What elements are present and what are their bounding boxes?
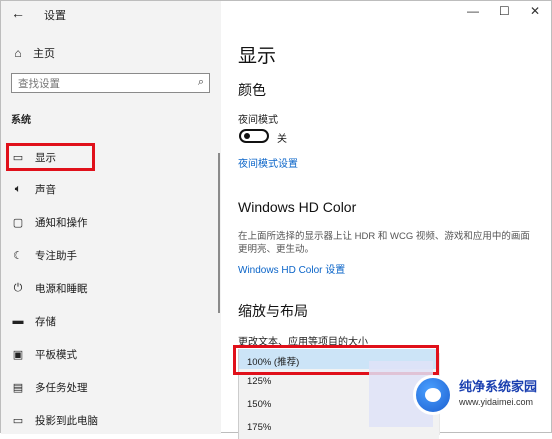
highlight-box-display xyxy=(6,143,95,171)
minimize-button[interactable]: — xyxy=(467,4,479,18)
tablet-icon: ▣ xyxy=(12,348,24,361)
watermark-url: www.yidaimei.com xyxy=(459,397,534,407)
sidebar-item-power[interactable]: ⏻ 电源和睡眠 xyxy=(1,277,219,299)
section-label-system: 系统 xyxy=(11,115,31,126)
sidebar-item-multitasking[interactable]: ▤ 多任务处理 xyxy=(1,376,219,398)
back-arrow-icon[interactable]: ← xyxy=(11,5,25,21)
maximize-button[interactable]: ☐ xyxy=(499,4,510,18)
home-link[interactable]: ⌂ 主页 xyxy=(11,45,55,61)
sidebar-item-label: 专注助手 xyxy=(35,249,77,262)
sidebar-item-focus-assist[interactable]: ☾ 专注助手 xyxy=(1,244,219,266)
close-button[interactable]: ✕ xyxy=(530,4,540,18)
sidebar: ← 设置 ⌂ 主页 ⌕ 系统 ▭ 显示 🔈︎ 声音 ▢ 通知和操作 ☾ 专注助手… xyxy=(1,1,221,434)
hd-color-settings-link[interactable]: Windows HD Color 设置 xyxy=(238,261,345,276)
sidebar-item-label: 声音 xyxy=(35,183,56,196)
project-icon: ▭ xyxy=(12,414,24,427)
scale-heading: 缩放与布局 xyxy=(238,303,308,319)
home-label: 主页 xyxy=(33,48,55,60)
sidebar-item-tablet[interactable]: ▣ 平板模式 xyxy=(1,343,219,365)
hd-color-heading: Windows HD Color xyxy=(238,199,357,215)
home-icon: ⌂ xyxy=(14,46,22,60)
power-icon: ⏻ xyxy=(13,281,23,294)
sidebar-item-label: 电源和睡眠 xyxy=(35,282,88,295)
night-light-label: 夜间模式 xyxy=(238,115,278,126)
settings-window: ← 设置 ⌂ 主页 ⌕ 系统 ▭ 显示 🔈︎ 声音 ▢ 通知和操作 ☾ 专注助手… xyxy=(0,0,552,439)
search-icon[interactable]: ⌕ xyxy=(198,76,204,89)
toggle-state-label: 关 xyxy=(277,134,287,145)
notification-icon: ▢ xyxy=(12,216,24,229)
toggle-knob xyxy=(244,133,250,139)
page-title: 显示 xyxy=(238,46,277,67)
sidebar-item-label: 平板模式 xyxy=(35,348,77,361)
night-light-toggle[interactable] xyxy=(239,129,269,143)
sidebar-item-notifications[interactable]: ▢ 通知和操作 xyxy=(1,211,219,233)
sidebar-scrollbar[interactable] xyxy=(218,153,220,313)
search-box[interactable]: ⌕ xyxy=(11,73,210,93)
sidebar-item-label: 投影到此电脑 xyxy=(35,414,98,427)
sidebar-item-project[interactable]: ▭ 投影到此电脑 xyxy=(1,409,219,431)
speaker-icon: 🔈︎ xyxy=(14,182,22,195)
watermark: 纯净系统家园 www.yidaimei.com xyxy=(369,361,547,427)
sidebar-item-storage[interactable]: ▬ 存储 xyxy=(1,310,219,332)
search-input[interactable] xyxy=(12,75,188,90)
sidebar-item-label: 通知和操作 xyxy=(35,216,88,229)
sidebar-item-label: 多任务处理 xyxy=(35,381,88,394)
moon-icon: ☾ xyxy=(13,249,23,262)
sidebar-item-sound[interactable]: 🔈︎ 声音 xyxy=(1,178,219,200)
watermark-logo-icon xyxy=(413,375,453,415)
night-light-settings-link[interactable]: 夜间模式设置 xyxy=(238,155,298,170)
multitask-icon: ▤ xyxy=(12,381,24,394)
hd-color-description: 在上面所选择的显示器上让 HDR 和 WCG 视频、游戏和应用中的画面更明亮、更… xyxy=(238,231,530,255)
color-heading: 颜色 xyxy=(238,82,266,98)
app-title: 设置 xyxy=(44,10,66,22)
storage-icon: ▬ xyxy=(12,315,24,327)
watermark-title: 纯净系统家园 xyxy=(459,379,538,394)
logo-face-shape xyxy=(425,388,441,402)
sidebar-item-label: 存储 xyxy=(35,315,56,328)
